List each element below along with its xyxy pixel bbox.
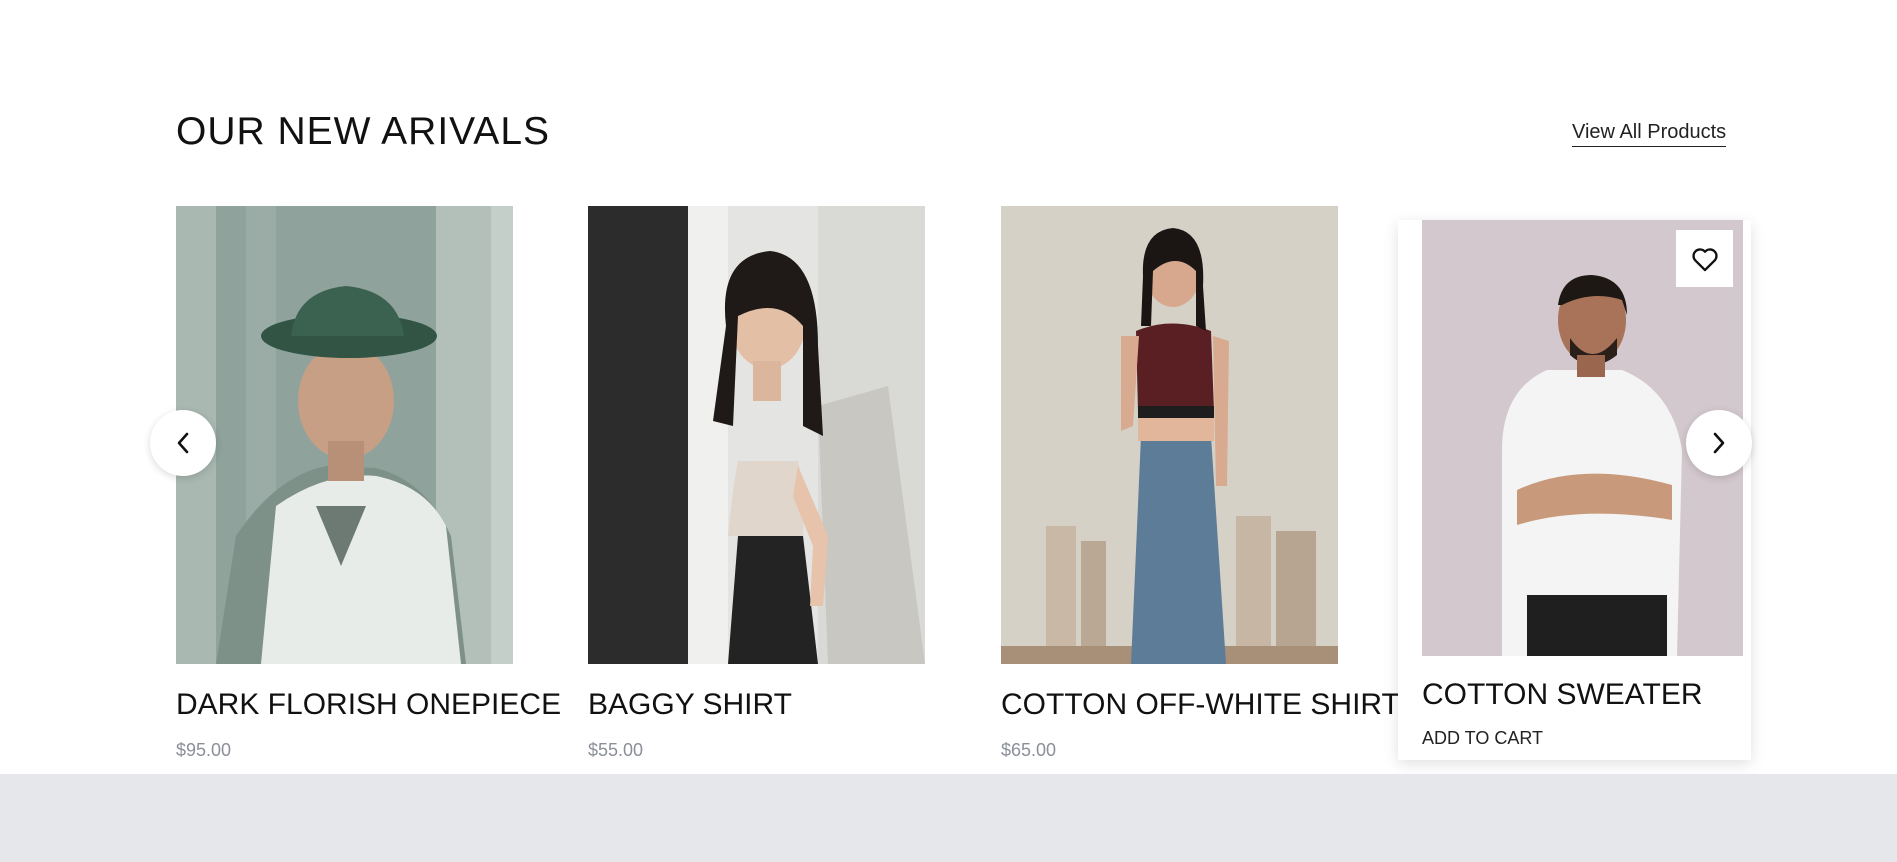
product-image-3[interactable]	[1001, 206, 1338, 664]
footer-band	[0, 774, 1897, 862]
product-image-2[interactable]	[588, 206, 925, 664]
new-arrivals-section: OUR NEW ARIVALS View All Products DARK F…	[0, 0, 1897, 774]
product-price: $65.00	[1001, 740, 1057, 760]
product-image-1[interactable]	[176, 206, 513, 664]
carousel-next-button[interactable]	[1686, 410, 1752, 476]
add-to-cart-button[interactable]: ADD TO CART	[1422, 728, 1543, 749]
chevron-left-icon	[177, 432, 189, 454]
chevron-right-icon	[1713, 432, 1725, 454]
product-name[interactable]: COTTON SWEATER	[1422, 678, 1703, 712]
product-card-4[interactable]: COTTON SWEATER ADD TO CART	[1398, 220, 1751, 760]
view-all-products-link[interactable]: View All Products	[1572, 121, 1727, 147]
product-name[interactable]: DARK FLORISH ONEPIECE	[176, 688, 561, 722]
product-name[interactable]: COTTON OFF-WHITE SHIRT	[1001, 688, 1400, 722]
heart-icon	[1691, 247, 1718, 271]
section-title: OUR NEW ARIVALS	[176, 110, 551, 153]
product-price: $95.00	[176, 740, 232, 760]
product-price: $55.00	[588, 740, 644, 760]
product-name[interactable]: BAGGY SHIRT	[588, 688, 792, 722]
wishlist-button[interactable]	[1676, 230, 1733, 287]
carousel-prev-button[interactable]	[150, 410, 216, 476]
